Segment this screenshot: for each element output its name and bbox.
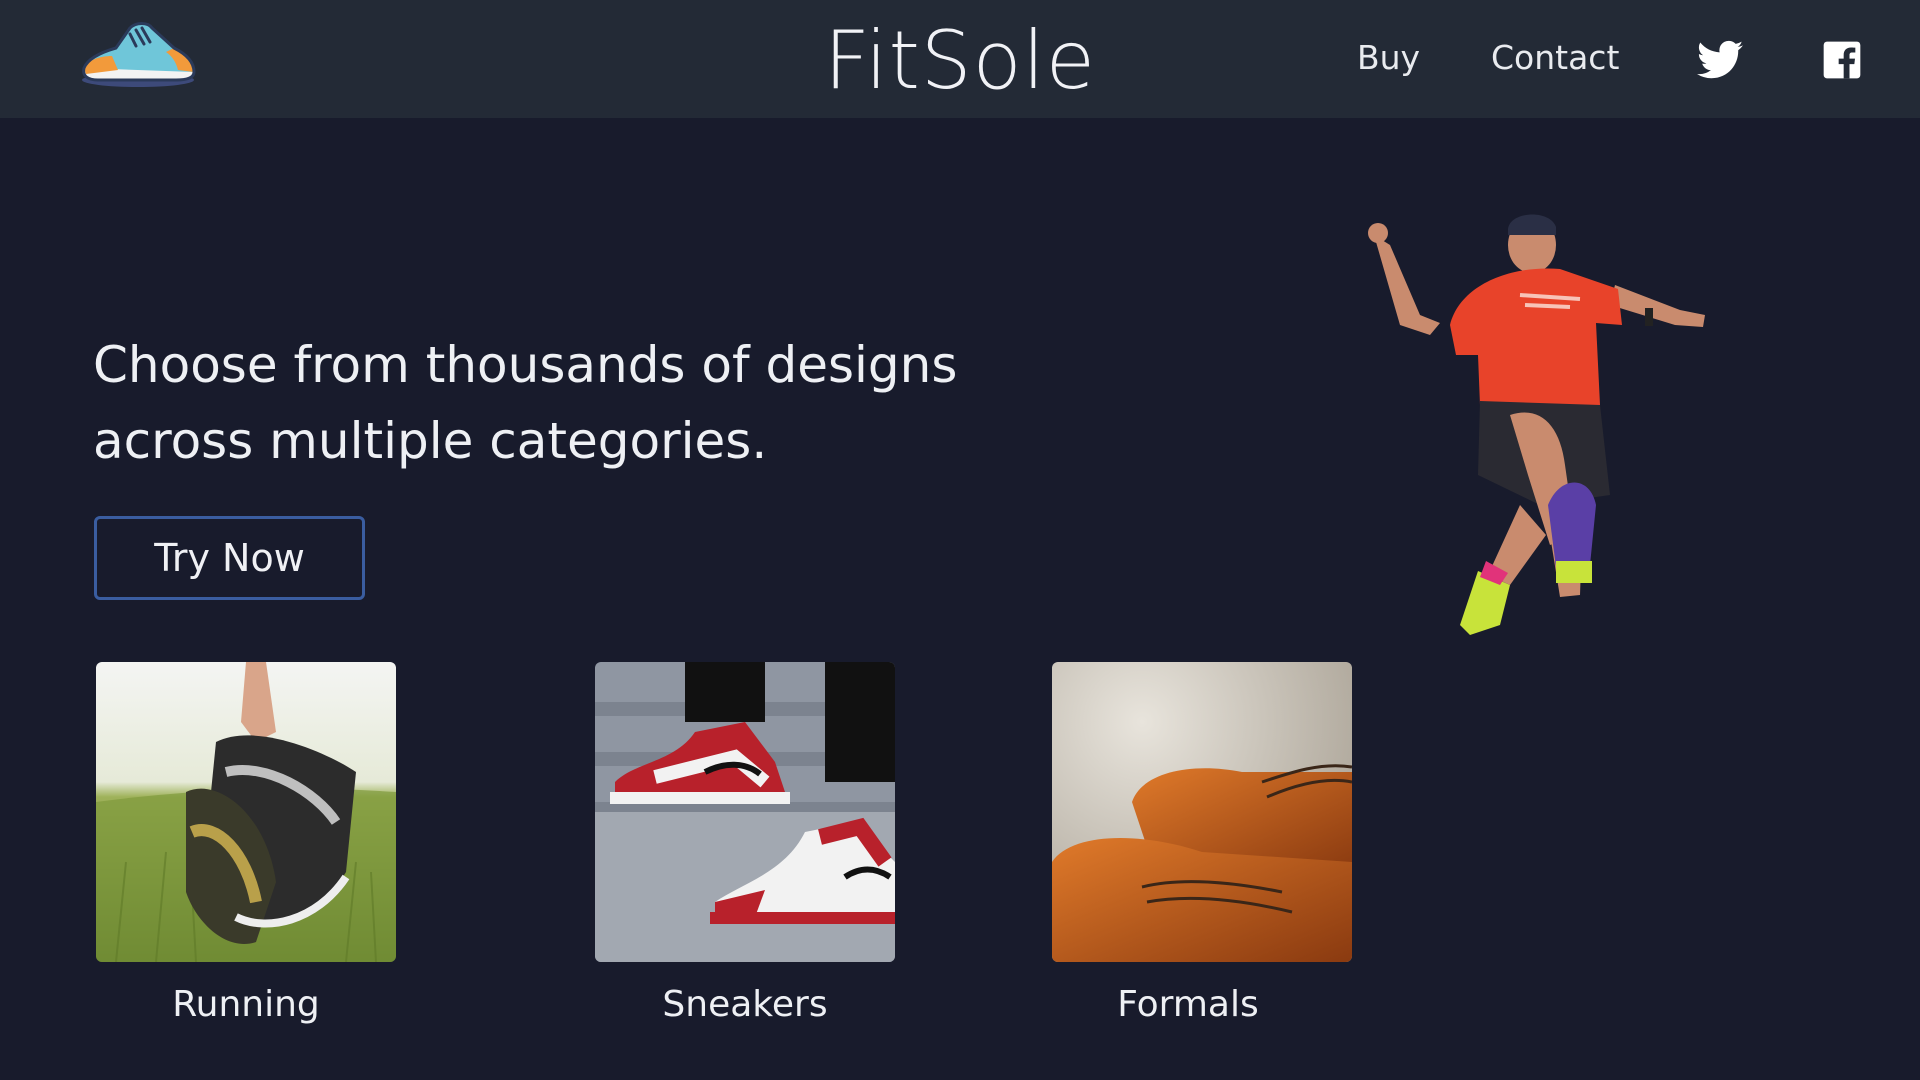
category-card-running[interactable]: Running <box>96 662 396 1025</box>
site-header: FitSole Buy Contact <box>0 0 1920 118</box>
nav-contact-link[interactable]: Contact <box>1491 38 1619 77</box>
facebook-icon[interactable] <box>1819 40 1865 80</box>
category-card-sneakers[interactable]: Sneakers <box>595 662 895 1025</box>
nav-buy-link[interactable]: Buy <box>1357 38 1420 77</box>
brand-title: FitSole <box>824 14 1096 107</box>
formal-shoes-image <box>1052 662 1352 962</box>
running-shoes-image <box>96 662 396 962</box>
jumping-runner-image <box>1368 214 1705 635</box>
hero-tagline: Choose from thousands of designs across … <box>93 336 958 470</box>
category-card-formals[interactable]: Formals <box>1052 662 1352 1025</box>
twitter-icon[interactable] <box>1697 40 1743 80</box>
category-label-sneakers: Sneakers <box>662 984 828 1025</box>
category-label-formals: Formals <box>1117 984 1259 1025</box>
sneaker-logo-icon[interactable] <box>78 18 200 90</box>
sneakers-image <box>595 662 895 962</box>
try-now-button[interactable]: Try Now <box>94 516 365 600</box>
category-label-running: Running <box>172 984 320 1025</box>
